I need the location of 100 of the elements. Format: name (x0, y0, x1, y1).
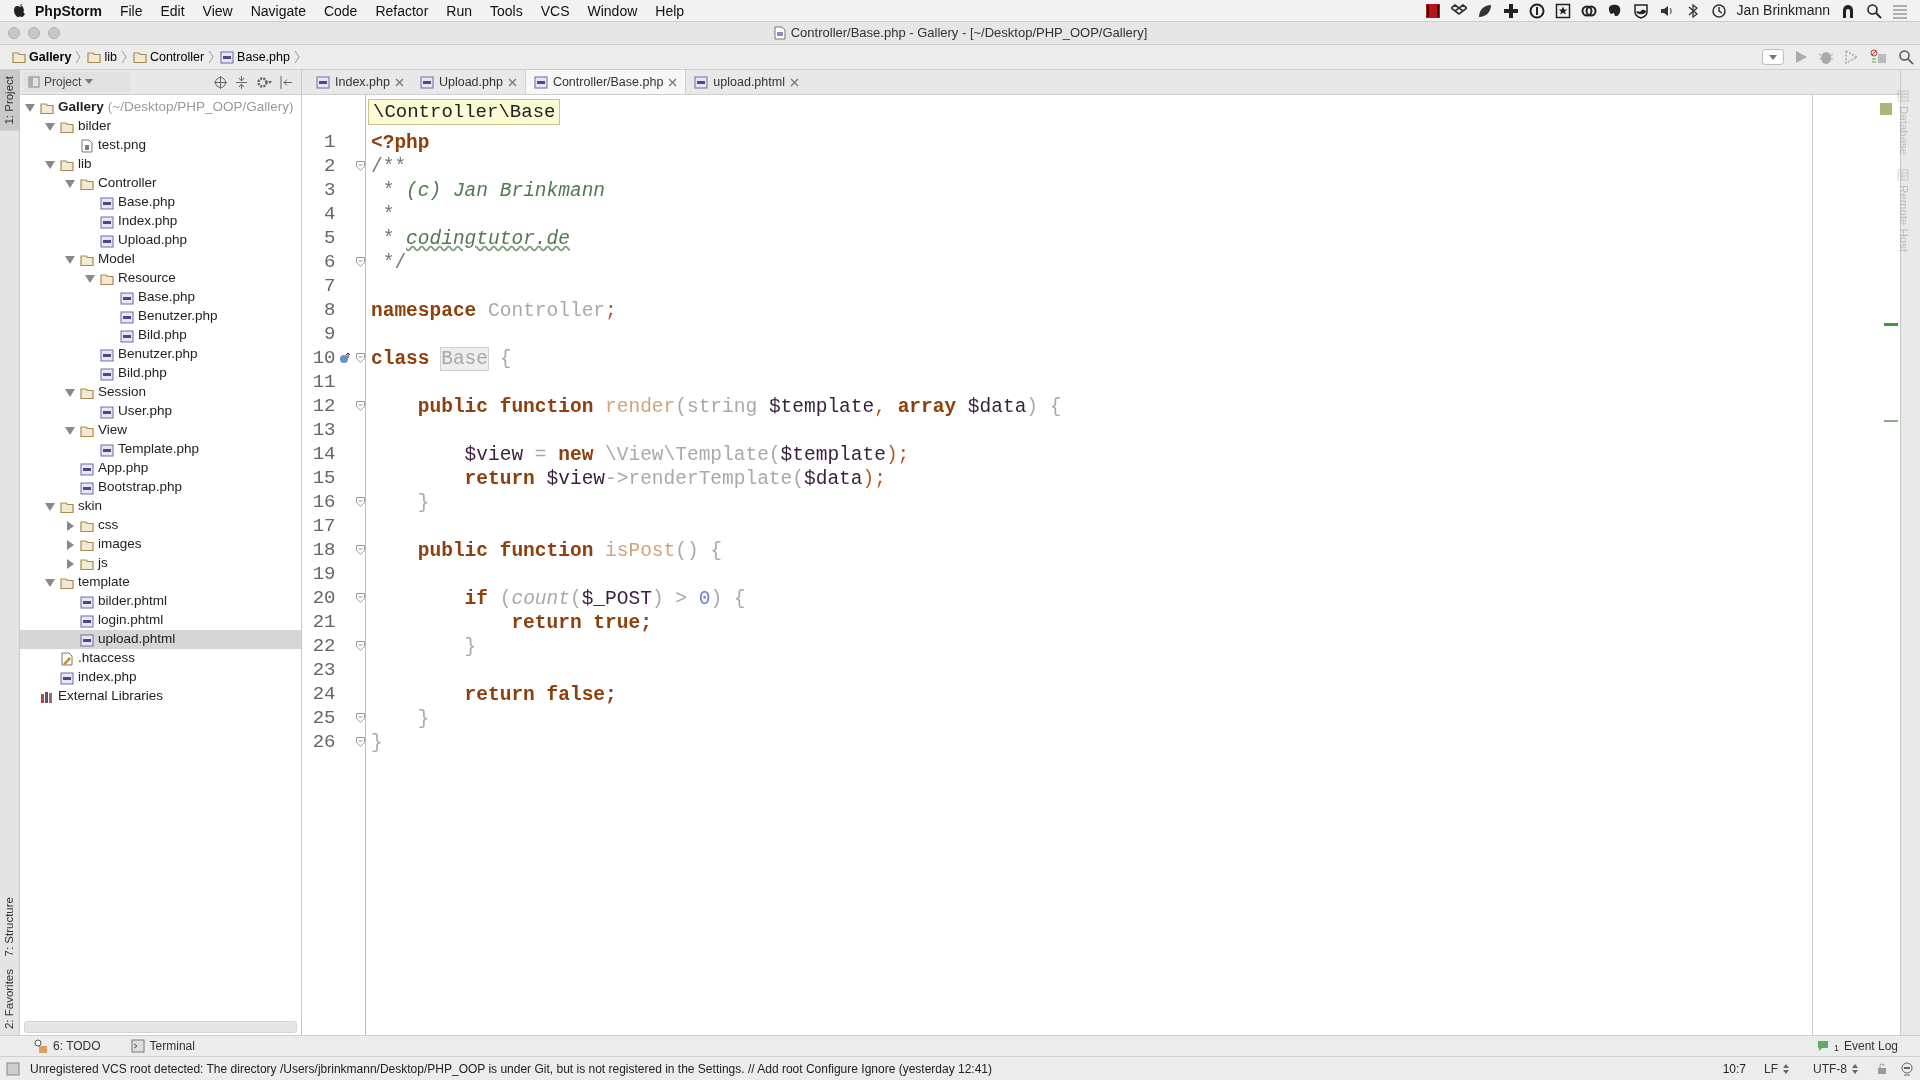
tree-row[interactable]: css (20, 516, 301, 535)
menu-item[interactable]: Navigate (241, 0, 315, 21)
bug-icon[interactable] (1818, 49, 1834, 65)
caret-position[interactable]: 10:7 (1722, 1059, 1746, 1078)
fold-marker-icon[interactable] (355, 257, 365, 267)
close-icon[interactable] (507, 77, 517, 87)
fold-marker-icon[interactable] (355, 401, 365, 411)
gear-icon[interactable] (256, 75, 272, 89)
search-icon[interactable] (1898, 49, 1914, 65)
fold-marker-icon[interactable] (355, 161, 365, 171)
fold-marker-icon[interactable] (355, 593, 365, 603)
menu-item[interactable]: Window (578, 0, 647, 21)
fold-marker-icon[interactable] (355, 641, 365, 651)
lock-icon[interactable] (1876, 1062, 1888, 1075)
fold-marker-icon[interactable] (355, 545, 365, 555)
menu-item[interactable]: Code (314, 0, 367, 21)
expanded-arrow-icon[interactable] (44, 121, 56, 132)
tool-window-tab[interactable]: 6: TODO (28, 1036, 107, 1056)
list-icon[interactable] (1892, 2, 1908, 19)
close-icon[interactable] (789, 77, 799, 87)
menu-item[interactable]: View (193, 0, 242, 21)
tree-row[interactable]: Controller (20, 174, 301, 193)
menu-item[interactable]: Help (646, 0, 694, 21)
tree-row[interactable]: Benutzer.php (20, 345, 301, 364)
tree-row[interactable]: bilder (20, 117, 301, 136)
tree-row[interactable]: test.png (20, 136, 301, 155)
expanded-arrow-icon[interactable] (84, 273, 96, 284)
expanded-arrow-icon[interactable] (24, 102, 36, 113)
view-selector[interactable]: Project (24, 72, 130, 92)
close-icon[interactable] (668, 77, 678, 87)
event-log-button[interactable]: $_{1}$ Event Log (1810, 1036, 1904, 1056)
collapsed-arrow-icon[interactable] (64, 520, 76, 531)
tree-row[interactable]: User.php (20, 402, 301, 421)
tree-row[interactable]: Gallery (~/Desktop/PHP_OOP/Gallery) (20, 98, 301, 117)
fold-marker-icon[interactable] (355, 497, 365, 507)
tree-row[interactable]: Resource (20, 269, 301, 288)
tree-row[interactable]: index.php (20, 668, 301, 687)
run-coverage-icon[interactable] (1844, 49, 1860, 65)
tool-window-tab[interactable]: 7: Structure (0, 891, 19, 963)
crosshair-icon[interactable] (214, 75, 227, 89)
breadcrumb[interactable]: lib (81, 46, 121, 68)
menu-item[interactable]: Edit (151, 0, 194, 21)
tree-row[interactable]: Model (20, 250, 301, 269)
collapse-icon[interactable] (235, 75, 248, 89)
editor-tab[interactable]: Controller/Base.php (524, 70, 687, 94)
line-separator-selector[interactable]: LF (1758, 1058, 1795, 1079)
run-icon[interactable] (1794, 49, 1808, 65)
tree-row[interactable]: Bootstrap.php (20, 478, 301, 497)
collapsed-arrow-icon[interactable] (64, 539, 76, 550)
tree-row[interactable]: .htaccess (20, 649, 301, 668)
app-menu[interactable]: PhpStorm (26, 0, 111, 21)
tree-row[interactable]: lib (20, 155, 301, 174)
dropdown-icon[interactable] (1762, 49, 1784, 65)
fold-marker-icon[interactable] (355, 353, 365, 363)
tree-row[interactable]: upload.phtml (20, 630, 301, 649)
tree-row[interactable]: View (20, 421, 301, 440)
close-icon[interactable] (394, 77, 404, 87)
hide-panel-icon[interactable] (280, 75, 293, 89)
menu-item[interactable]: Tools (481, 0, 532, 21)
tool-window-tab[interactable]: Terminal (124, 1036, 201, 1056)
expanded-arrow-icon[interactable] (44, 577, 56, 588)
tree-row[interactable]: Index.php (20, 212, 301, 231)
tree-row[interactable]: bilder.phtml (20, 592, 301, 611)
tree-row[interactable]: login.phtml (20, 611, 301, 630)
panel-toggle-icon[interactable] (6, 1061, 20, 1076)
tree-row[interactable]: images (20, 535, 301, 554)
tree-row[interactable]: Bild.php (20, 364, 301, 383)
menu-item[interactable]: VCS (531, 0, 579, 21)
tree-row[interactable]: Base.php (20, 193, 301, 212)
tree-row[interactable]: js (20, 554, 301, 573)
tree-row[interactable]: App.php (20, 459, 301, 478)
tree-row[interactable]: Template.php (20, 440, 301, 459)
expanded-arrow-icon[interactable] (64, 387, 76, 398)
tool-window-tab[interactable]: 2: Favorites (0, 962, 19, 1035)
breadcrumb[interactable]: Base.php (214, 46, 294, 68)
editor-tab[interactable]: upload.phtml (686, 70, 807, 94)
tree-row[interactable]: Base.php (20, 288, 301, 307)
editor-tab[interactable]: Index.php (308, 70, 412, 94)
search-icon[interactable] (1866, 2, 1882, 19)
menu-item[interactable]: Refactor (366, 0, 438, 21)
tree-row[interactable]: skin (20, 497, 301, 516)
expanded-arrow-icon[interactable] (64, 178, 76, 189)
tree-row[interactable]: Upload.php (20, 231, 301, 250)
editor-tab[interactable]: Upload.php (411, 70, 525, 94)
expanded-arrow-icon[interactable] (64, 254, 76, 265)
breadcrumb[interactable]: Controller (126, 46, 209, 68)
expanded-arrow-icon[interactable] (64, 425, 76, 436)
tool-window-tab[interactable]: 1: Project (0, 70, 19, 131)
expanded-arrow-icon[interactable] (44, 501, 56, 512)
tree-row[interactable]: template (20, 573, 301, 592)
encoding-selector[interactable]: UTF-8 (1807, 1058, 1864, 1079)
tree-row[interactable]: Benutzer.php (20, 307, 301, 326)
fold-marker-icon[interactable] (355, 737, 365, 747)
breadcrumb[interactable]: Gallery (6, 46, 76, 68)
tree-row[interactable]: Session (20, 383, 301, 402)
attach-debugger-icon[interactable] (1870, 49, 1888, 65)
tree-row[interactable]: External Libraries (20, 687, 301, 706)
horizontal-scrollbar[interactable] (24, 1021, 297, 1033)
collapsed-arrow-icon[interactable] (64, 558, 76, 569)
menu-item[interactable]: Run (437, 0, 481, 21)
